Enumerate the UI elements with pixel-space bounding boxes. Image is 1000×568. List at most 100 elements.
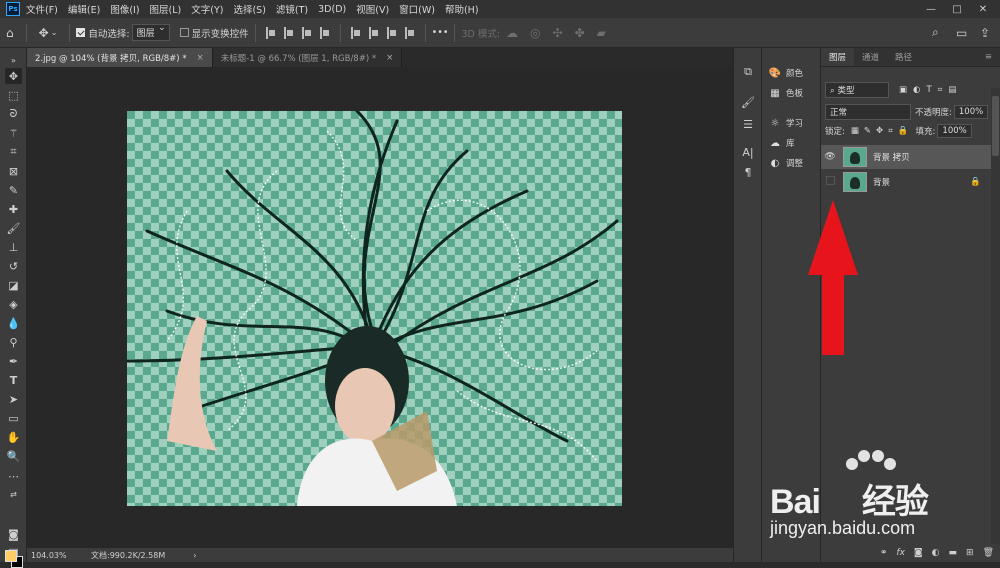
chevron-down-icon[interactable]: ⌄ <box>51 28 58 37</box>
history-brush-tool-icon[interactable]: ↺ <box>5 258 22 274</box>
menu-type[interactable]: 文字(Y) <box>191 2 223 16</box>
menu-filter[interactable]: 滤镜(T) <box>276 2 308 16</box>
distribute-bottom-icon[interactable] <box>386 26 397 39</box>
quick-mask-icon[interactable]: ◙ <box>5 526 22 542</box>
face-shape <box>335 368 395 444</box>
foreground-color-swatch[interactable] <box>5 550 17 562</box>
color-panel-label: 颜色 <box>786 69 804 79</box>
visibility-toggle-off[interactable] <box>821 176 839 188</box>
align-top-icon[interactable] <box>265 26 276 39</box>
more-options-button[interactable]: ••• <box>432 27 449 38</box>
blend-mode-dropdown[interactable]: 正常 <box>825 104 911 120</box>
lasso-tool-icon[interactable]: ᘐ <box>5 106 22 122</box>
status-bar: 104.03% 文档:990.2K/2.58M › <box>27 547 733 562</box>
filter-icons[interactable]: ▣◐T⌗▤ <box>899 85 962 95</box>
home-icon[interactable]: ⌂ <box>6 26 14 40</box>
document-image[interactable] <box>127 111 622 506</box>
search-icon[interactable]: ⌕ <box>932 25 939 40</box>
maximize-button[interactable]: □ <box>944 4 970 15</box>
menu-file[interactable]: 文件(F) <box>26 2 58 16</box>
swap-colors-icon[interactable]: ⇄ <box>5 486 22 502</box>
auto-select-label: 自动选择: <box>88 28 130 40</box>
arm-shape <box>167 316 217 451</box>
learn-panel-button[interactable]: ☼ 学习 <box>768 114 804 132</box>
close-icon[interactable]: × <box>386 53 393 63</box>
layer-row-background[interactable]: 背景 🔒 <box>821 170 991 194</box>
distribute-vcenter-icon[interactable] <box>368 26 379 39</box>
minimize-button[interactable]: — <box>918 4 944 15</box>
dodge-tool-icon[interactable]: ⚲ <box>5 334 22 350</box>
zoom-tool-icon[interactable]: 🔍 <box>5 448 22 464</box>
eraser-tool-icon[interactable]: ◪ <box>5 277 22 293</box>
align-vcenter-icon[interactable] <box>283 26 294 39</box>
menu-view[interactable]: 视图(V) <box>356 2 389 16</box>
align-bottom-icon[interactable] <box>301 26 312 39</box>
close-window-button[interactable]: ✕ <box>970 4 996 15</box>
rectangle-tool-icon[interactable]: ▭ <box>5 410 22 426</box>
close-icon[interactable]: × <box>197 53 204 63</box>
menu-window[interactable]: 窗口(W) <box>399 2 435 16</box>
menu-edit[interactable]: 编辑(E) <box>68 2 100 16</box>
layer-filter-row: ⌕ 类型 ▣◐T⌗▤ <box>825 81 962 99</box>
brush-tool-icon[interactable]: 🖌 <box>5 220 22 236</box>
edit-toolbar-icon[interactable]: ⋯ <box>5 468 22 484</box>
scrollbar-thumb[interactable] <box>992 96 999 156</box>
learn-panel-label: 学习 <box>786 119 804 129</box>
tab-2jpg[interactable]: 2.jpg @ 104% (背景 拷贝, RGB/8#) * × <box>27 48 213 67</box>
layer-thumbnail <box>843 172 867 192</box>
opacity-input[interactable]: 100% <box>953 105 989 119</box>
collapse-toolbar-icon[interactable]: » <box>5 52 22 68</box>
history-panel-icon[interactable]: ⧉ <box>740 64 756 80</box>
tab-untitled-1[interactable]: 未标题-1 @ 66.7% (图层 1, RGB/8#) * × <box>212 48 403 67</box>
type-tool-icon[interactable]: T <box>5 372 22 388</box>
workspace-icon[interactable]: ▭ <box>956 26 967 40</box>
blur-tool-icon[interactable]: 💧 <box>5 315 22 331</box>
red-arrow-annotation <box>808 200 858 355</box>
visibility-eye-icon[interactable]: 👁 <box>821 152 839 162</box>
menu-image[interactable]: 图像(I) <box>110 2 139 16</box>
show-transform-checkbox[interactable] <box>179 28 189 37</box>
hand-tool-icon[interactable]: ✋ <box>5 429 22 445</box>
tab-layers[interactable]: 图层 <box>821 48 855 66</box>
layer-row-background-copy[interactable]: 👁 背景 拷贝 <box>821 145 991 169</box>
panel-menu-icon[interactable]: ≡ <box>977 48 1000 66</box>
adjustments-panel-button[interactable]: ◐ 调整 <box>768 154 803 172</box>
tab-channels[interactable]: 通道 <box>854 48 887 66</box>
healing-brush-tool-icon[interactable]: ✚ <box>5 201 22 217</box>
color-panel-button[interactable]: 🎨 颜色 <box>768 64 803 82</box>
distribute-top-icon[interactable] <box>350 26 361 39</box>
auto-select-checkbox[interactable] <box>76 28 86 37</box>
eyedropper-tool-icon[interactable]: ✎ <box>5 182 22 198</box>
lock-icons[interactable]: ▦✎✥⌗🔒 <box>851 126 914 136</box>
distribute-left-icon[interactable] <box>404 26 415 39</box>
paragraph-panel-icon[interactable]: ¶ <box>740 164 756 180</box>
divider <box>454 23 456 42</box>
libraries-panel-button[interactable]: ☁ 库 <box>768 134 795 152</box>
character-panel-icon[interactable]: A| <box>740 144 756 160</box>
path-selection-tool-icon[interactable]: ➤ <box>5 391 22 407</box>
menu-help[interactable]: 帮助(H) <box>445 2 479 16</box>
magic-wand-tool-icon[interactable]: ⚚ <box>5 125 22 141</box>
frame-tool-icon[interactable]: ⊠ <box>5 163 22 179</box>
move-tool-icon[interactable]: ✥ <box>39 26 49 40</box>
pen-tool-icon[interactable]: ✒ <box>5 353 22 369</box>
paint-bucket-tool-icon[interactable]: ◈ <box>5 296 22 312</box>
marquee-tool-icon[interactable]: ⬚ <box>5 87 22 103</box>
align-left-icon[interactable] <box>319 26 330 39</box>
clone-stamp-tool-icon[interactable]: ⊥ <box>5 239 22 255</box>
crop-tool-icon[interactable]: ⌗ <box>5 144 22 160</box>
properties-panel-icon[interactable]: ☰ <box>740 116 756 132</box>
swatches-panel-button[interactable]: ▦ 色板 <box>768 84 803 102</box>
menu-3d[interactable]: 3D(D) <box>318 4 346 15</box>
brush-panel-icon[interactable]: 🖌 <box>740 94 756 110</box>
status-menu-arrow[interactable]: › <box>193 551 196 560</box>
tab-paths[interactable]: 路径 <box>887 48 920 66</box>
zoom-level[interactable]: 104.03% <box>31 551 85 560</box>
fill-input[interactable]: 100% <box>937 124 972 138</box>
menu-layer[interactable]: 图层(L) <box>150 2 182 16</box>
move-tool-icon[interactable]: ✥ <box>5 68 22 84</box>
menu-select[interactable]: 选择(S) <box>233 2 265 16</box>
share-icon[interactable]: ⇪ <box>980 26 990 40</box>
filter-type-dropdown[interactable]: ⌕ 类型 <box>825 82 889 98</box>
auto-select-dropdown[interactable]: 图层 <box>131 23 170 41</box>
